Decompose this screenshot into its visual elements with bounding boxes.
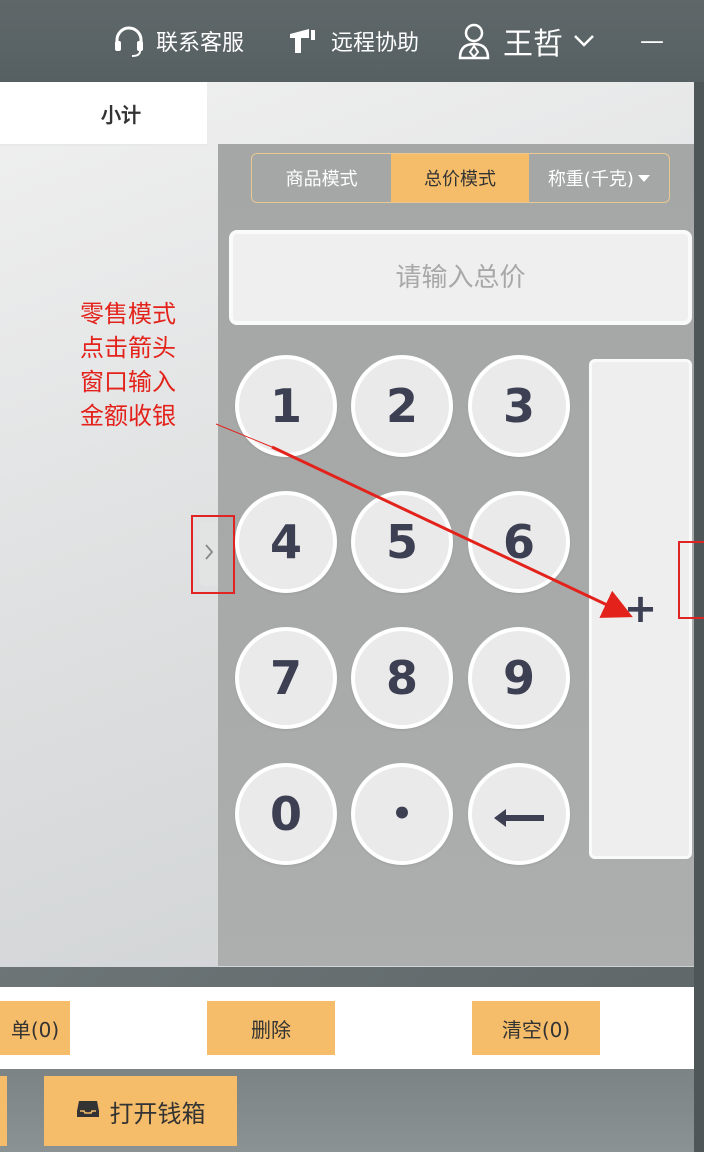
hold-order-button[interactable]: 单(0) bbox=[0, 1001, 70, 1055]
delete-button[interactable]: 删除 bbox=[207, 1001, 335, 1055]
open-cash-drawer-button[interactable]: 打开钱箱 bbox=[44, 1076, 237, 1146]
clear-button[interactable]: 清空(0) bbox=[472, 1001, 600, 1055]
bottom-left-button-fragment[interactable] bbox=[0, 1076, 7, 1146]
open-cash-drawer-label: 打开钱箱 bbox=[109, 1099, 206, 1128]
annotation-arrow-thick bbox=[271, 445, 633, 618]
annotation-arrow bbox=[215, 423, 633, 618]
annotation-arrow-thin bbox=[215, 423, 273, 448]
cash-drawer-icon bbox=[76, 1097, 100, 1125]
